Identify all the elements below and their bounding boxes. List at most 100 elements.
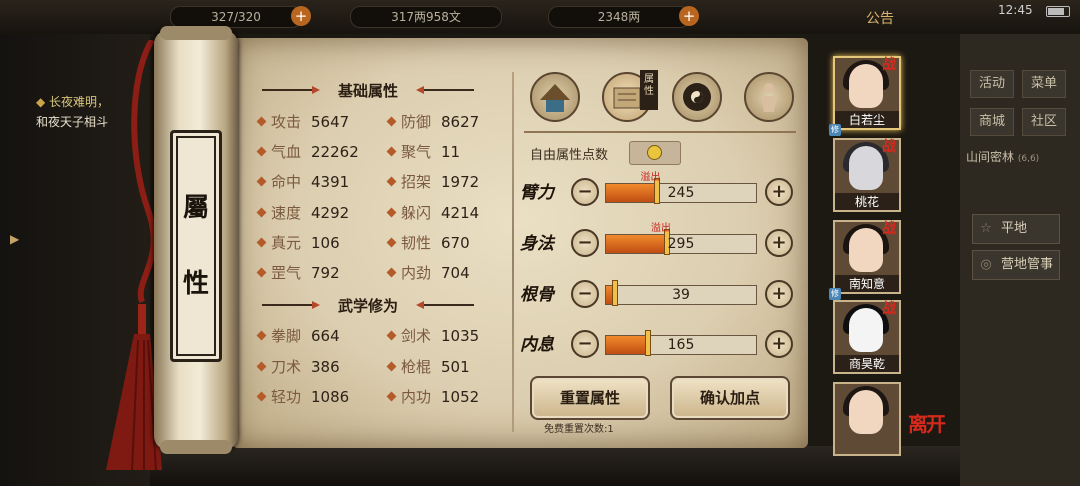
stat-label: 拳脚 [271,327,302,345]
portrait-face [849,146,883,190]
increase-button[interactable]: + [765,280,793,308]
tab-meridian-icon[interactable] [744,72,794,122]
stat-value: 106 [311,233,340,252]
character-name: 桃花 [835,193,899,210]
decrease-button[interactable]: − [571,229,599,257]
battle-badge: 战 [882,301,896,317]
scroll-title-char-2: 性 [182,269,209,299]
reset-attributes-button[interactable]: 重置属性 [530,376,650,420]
attribute-value: 295 [667,236,695,252]
portrait-face [849,228,883,272]
attribute-name: 根骨 [520,285,554,305]
cultivate-badge: 修 [829,124,841,136]
tab-underline [524,131,796,133]
stat-label: 气血 [271,143,302,162]
character-card[interactable] [833,382,901,456]
add-gold-button[interactable]: + [679,6,699,26]
stat-item: 轻功 1086 [256,386,349,407]
leave-button[interactable]: 离开 [908,408,946,437]
stat-item: 防御 8627 [386,111,479,132]
tab-equipment-icon[interactable] [530,72,580,122]
stat-item: 枪棍 501 [386,356,470,377]
stat-item: 罡气 792 [256,262,340,283]
camp-manager-button[interactable]: ◎ 营地管事 [972,250,1060,280]
portrait-face [849,308,883,352]
ornament-right-icon [416,301,474,309]
stat-item: 命中 4391 [256,171,349,192]
martial-stats-title: 武学修为 [337,297,398,315]
character-name: 商昊乾 [835,355,899,372]
stat-item: 内功 1052 [386,386,479,407]
cultivate-badge: 修 [829,288,841,300]
increase-button[interactable]: + [765,229,793,257]
decrease-button[interactable]: − [571,330,599,358]
stat-label: 刀术 [271,357,302,376]
stat-label: 攻击 [271,113,302,131]
community-button[interactable]: 社区 [1022,108,1066,136]
menu-button[interactable]: 菜单 [1022,70,1066,98]
stat-label: 真元 [271,233,302,252]
battle-badge: 战 [882,57,896,73]
stat-item: 速度 4292 [256,202,349,223]
attribute-bar: 295 [605,229,757,255]
stat-item: 剑术 1035 [386,325,479,346]
add-resource-button[interactable]: + [291,6,311,26]
diamond-icon [256,176,267,187]
stat-value: 22262 [311,143,359,162]
stat-value: 501 [441,357,470,376]
attribute-bar: 165 [605,330,757,356]
stat-item: 气血 22262 [256,141,359,162]
diamond-icon [256,116,267,127]
attribute-value: 165 [667,337,695,353]
scroll-title-plaque: 屬 性 [170,130,222,362]
basic-stats-title: 基础属性 [337,82,398,100]
diamond-icon [256,237,267,248]
activity-button[interactable]: 活动 [970,70,1014,98]
tab-bagua-icon[interactable] [672,72,722,122]
diamond-icon [386,267,397,278]
stat-label: 聚气 [401,143,432,162]
shop-button[interactable]: 商城 [970,108,1014,136]
ornament-right-icon [416,86,474,94]
stat-label: 韧性 [401,233,432,252]
terrain-button[interactable]: ☆ 平地 [972,214,1060,244]
decrease-button[interactable]: − [571,280,599,308]
money-value: 317两958文 [391,10,461,24]
increase-button[interactable]: + [765,178,793,206]
diamond-icon [386,116,397,127]
stat-item: 拳脚 664 [256,325,340,346]
attribute-name: 内息 [520,335,554,355]
attribute-name: 臂力 [520,183,554,203]
stat-value: 4391 [311,173,350,192]
overflow-label: 溢出 [651,223,671,234]
diamond-icon [256,267,267,278]
stat-label: 内功 [401,388,432,406]
free-points-box [629,141,681,165]
stat-label: 枪棍 [401,357,432,376]
character-name: 南知意 [835,275,899,292]
diamond-icon [386,391,397,402]
stat-value: 792 [311,264,340,282]
stat-label: 内劲 [401,264,432,282]
notice-button[interactable]: 公告 [866,8,894,28]
stat-value: 1052 [441,388,480,406]
stat-label: 剑术 [401,327,432,345]
stat-item: 刀术 386 [256,356,340,377]
diamond-icon [386,237,397,248]
stat-value: 8627 [441,113,480,131]
attribute-bar: 245 [605,178,757,204]
expand-arrow-icon[interactable]: ▶ [10,232,22,252]
confirm-points-button[interactable]: 确认加点 [670,376,790,420]
stat-value: 1035 [441,327,480,345]
stat-item: 韧性 670 [386,232,470,253]
stat-label: 招架 [401,173,432,192]
stat-value: 5647 [311,113,350,131]
star-icon: ☆ [980,221,992,236]
increase-button[interactable]: + [765,330,793,358]
character-name: 白若尘 [835,111,899,128]
diamond-icon [386,176,397,187]
stat-item: 攻击 5647 [256,111,349,132]
stat-value: 386 [311,357,340,376]
stat-item: 招架 1972 [386,171,479,192]
decrease-button[interactable]: − [571,178,599,206]
